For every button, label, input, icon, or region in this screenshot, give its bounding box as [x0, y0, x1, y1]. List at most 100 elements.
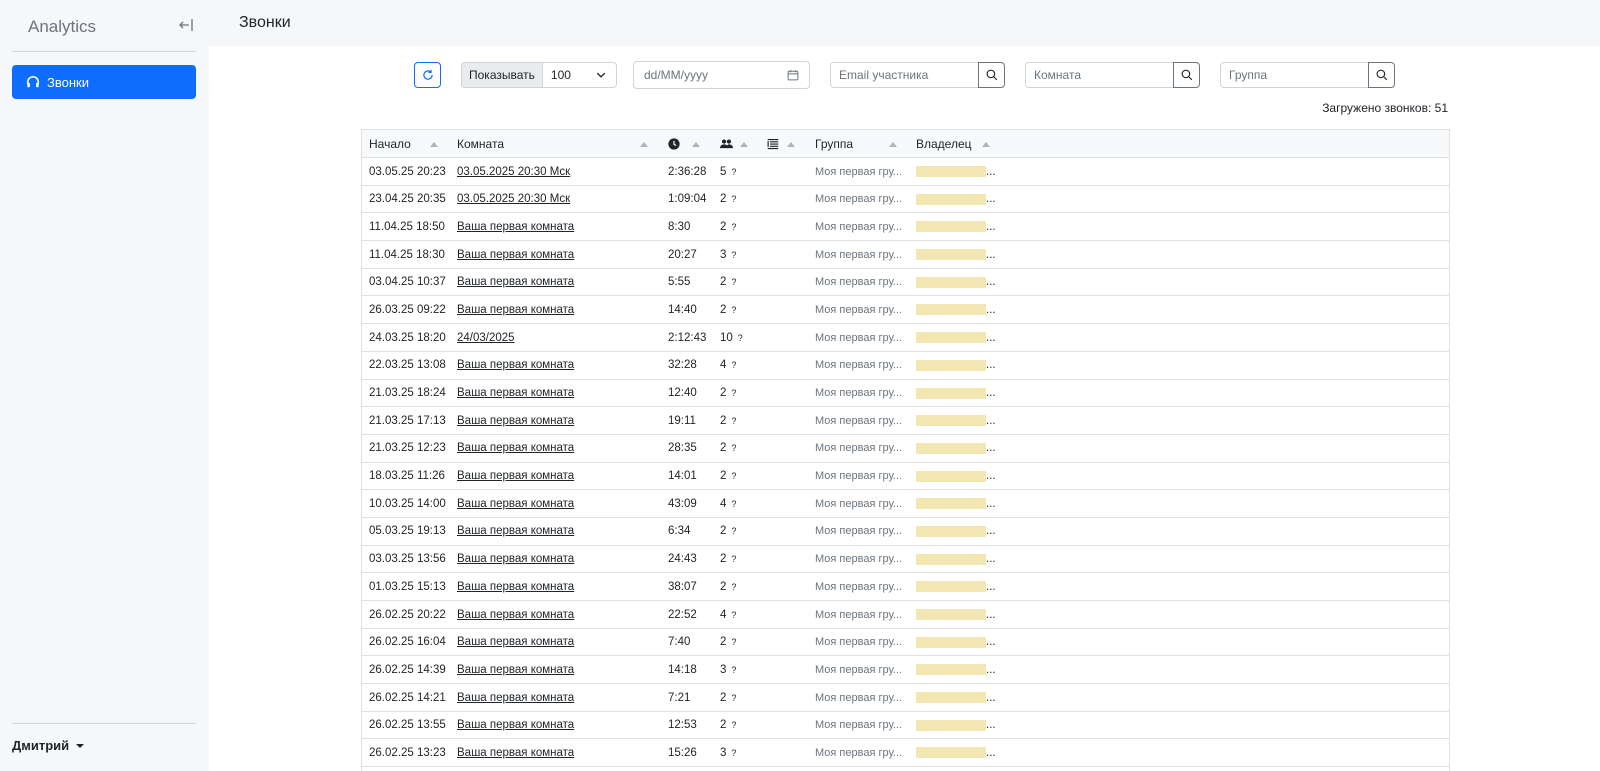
cell-participants: 4? [720, 601, 736, 628]
room-link[interactable]: Ваша первая комната [457, 692, 574, 704]
column-header-duration[interactable] [668, 130, 680, 158]
participants-unknown-mark: ? [731, 415, 737, 426]
column-header-group[interactable]: Группа [815, 130, 853, 158]
participants-count: 10 [720, 331, 733, 344]
table-row[interactable]: 11.04.25 18:30 Ваша первая комната 20:27 3?… [362, 241, 1449, 269]
cell-owner: ... [916, 213, 996, 240]
room-link[interactable]: Ваша первая комната [457, 221, 574, 233]
room-link[interactable]: Ваша первая комната [457, 525, 574, 537]
page-size-label: Показывать [461, 62, 542, 88]
room-link[interactable]: 03.05.2025 20:30 Мск [457, 166, 570, 178]
sort-icon[interactable] [692, 130, 700, 158]
table-row[interactable]: 21.03.25 17:13 Ваша первая комната 19:11 2?… [362, 407, 1449, 435]
email-search-input[interactable]: Email участника [830, 62, 979, 88]
cell-group: Моя первая гру... [815, 580, 903, 593]
email-search-button[interactable] [978, 62, 1005, 88]
table-row[interactable]: 26.02.25 14:39 Ваша первая комната 14:18 3?… [362, 656, 1449, 685]
cell-participants: 3? [720, 739, 736, 766]
room-link[interactable]: Ваша первая комната [457, 747, 574, 759]
table-row[interactable]: 26.02.25 20:22 Ваша первая комната 22:52 4?… [362, 601, 1449, 629]
sort-icon[interactable] [430, 130, 438, 158]
table-row[interactable]: 03.05.25 20:23 03.05.2025 20:30 Мск 2:36:2… [362, 158, 1449, 186]
participants-unknown-mark: ? [731, 609, 737, 620]
refresh-icon [422, 69, 433, 80]
cell-start: 10.03.25 14:00 [369, 497, 446, 510]
table-row[interactable]: 24.03.25 18:20 24/03/2025 2:12:43 10? Моя пе… [362, 324, 1449, 352]
table-row[interactable]: 03.03.25 13:56 Ваша первая комната 24:43 2?… [362, 546, 1449, 574]
table-row[interactable]: 03.04.25 10:37 Ваша первая комната 5:55 2? М… [362, 269, 1449, 297]
room-link[interactable]: 24/03/2025 [457, 332, 515, 344]
cell-owner: ... [916, 739, 996, 766]
table-row[interactable]: 11.04.25 18:50 Ваша первая комната 8:30 2? М… [362, 213, 1449, 242]
room-link[interactable]: Ваша первая комната [457, 719, 574, 731]
redacted-owner [916, 221, 986, 233]
table-row[interactable]: 10.03.25 14:00 Ваша первая комната 43:09 4?… [362, 490, 1449, 518]
room-link[interactable]: Ваша первая комната [457, 359, 574, 371]
room-link[interactable]: Ваша первая комната [457, 387, 574, 399]
table-row[interactable]: 26.02.25 16:04 Ваша первая комната 7:40 2? М… [362, 629, 1449, 657]
table-row[interactable]: 05.03.25 19:13 Ваша первая комната 6:34 2? М… [362, 518, 1449, 546]
user-menu[interactable]: Дмитрий [12, 738, 85, 753]
table-row[interactable]: 26.02.25 14:21 Ваша первая комната 7:21 2? М… [362, 684, 1449, 712]
redacted-owner [916, 415, 986, 427]
sort-icon[interactable] [640, 130, 648, 158]
column-header-start[interactable]: Начало [369, 130, 411, 158]
calendar-icon[interactable] [787, 69, 799, 81]
column-header-label: Начало [369, 137, 411, 151]
collapse-sidebar-icon[interactable] [178, 17, 196, 35]
date-input[interactable]: dd/MM/yyyy [633, 61, 810, 89]
room-link[interactable]: Ваша первая комната [457, 498, 574, 510]
room-search-input[interactable]: Комната [1025, 62, 1174, 88]
room-link[interactable]: Ваша первая комната [457, 581, 574, 593]
room-link[interactable]: Ваша первая комната [457, 470, 574, 482]
room-link[interactable]: Ваша первая комната [457, 636, 574, 648]
cell-duration: 38:07 [668, 580, 697, 593]
room-link[interactable]: Ваша первая комната [457, 609, 574, 621]
table-row[interactable]: 26.03.25 09:22 Ваша первая комната 14:40 2?… [362, 296, 1449, 325]
sidebar-item-calls[interactable]: Звонки [12, 65, 196, 99]
room-link[interactable]: Ваша первая комната [457, 249, 574, 261]
table-row[interactable]: 21.03.25 12:23 Ваша первая комната 28:35 2?… [362, 435, 1449, 463]
room-link[interactable]: Ваша первая комната [457, 415, 574, 427]
participants-count: 4 [720, 608, 727, 621]
participants-unknown-mark: ? [731, 471, 737, 482]
table-row[interactable]: 21.03.25 18:24 Ваша первая комната 12:40 2?… [362, 380, 1449, 408]
table-row[interactable]: 18.03.25 11:26 Ваша первая комната 14:01 2?… [362, 463, 1449, 491]
refresh-button[interactable] [414, 62, 441, 88]
owner-ellipsis: ... [986, 691, 996, 704]
sort-icon[interactable] [889, 130, 897, 158]
redacted-owner [916, 581, 986, 593]
room-link[interactable]: Ваша первая комната [457, 664, 574, 676]
table-row[interactable]: 01.03.25 15:13 Ваша первая комната 38:07 2?… [362, 573, 1449, 601]
page-size-select[interactable]: 100 [541, 62, 617, 88]
redacted-owner [916, 553, 986, 565]
table-header: Начало Комната Группа Владелец [362, 130, 1449, 158]
cell-room: Ваша первая комната [457, 269, 574, 296]
group-search-button[interactable] [1368, 62, 1395, 88]
participants-unknown-mark: ? [731, 498, 737, 509]
owner-ellipsis: ... [986, 719, 996, 732]
sort-icon[interactable] [982, 130, 990, 158]
room-link[interactable]: Ваша первая комната [457, 276, 574, 288]
column-header-owner[interactable]: Владелец [916, 130, 972, 158]
column-header-participants[interactable] [720, 130, 733, 158]
cell-participants: 3? [720, 656, 736, 683]
table-row[interactable]: 23.04.25 20:35 03.05.2025 20:30 Мск 1:09:0… [362, 186, 1449, 214]
room-link[interactable]: Ваша первая комната [457, 304, 574, 316]
room-link[interactable]: 03.05.2025 20:30 Мск [457, 193, 570, 205]
sort-icon[interactable] [740, 130, 748, 158]
column-header-room[interactable]: Комната [457, 130, 504, 158]
group-search-input[interactable]: Группа [1220, 62, 1369, 88]
participants-unknown-mark: ? [731, 194, 737, 205]
table-row[interactable]: 26.02.25 13:23 Ваша первая комната 15:26 3?… [362, 739, 1449, 768]
cell-owner: ... [916, 158, 996, 185]
table-row[interactable]: 26.02.25 13:55 Ваша первая комната 12:53 2?… [362, 712, 1449, 740]
cell-participants: 2? [720, 573, 736, 600]
room-link[interactable]: Ваша первая комната [457, 553, 574, 565]
table-row[interactable]: 22.03.25 13:08 Ваша первая комната 32:28 4?… [362, 352, 1449, 380]
room-link[interactable]: Ваша первая комната [457, 442, 574, 454]
sort-icon[interactable] [787, 130, 795, 158]
room-search-button[interactable] [1173, 62, 1200, 88]
cell-start: 03.05.25 20:23 [369, 165, 446, 178]
column-header-transcript[interactable] [767, 130, 779, 158]
